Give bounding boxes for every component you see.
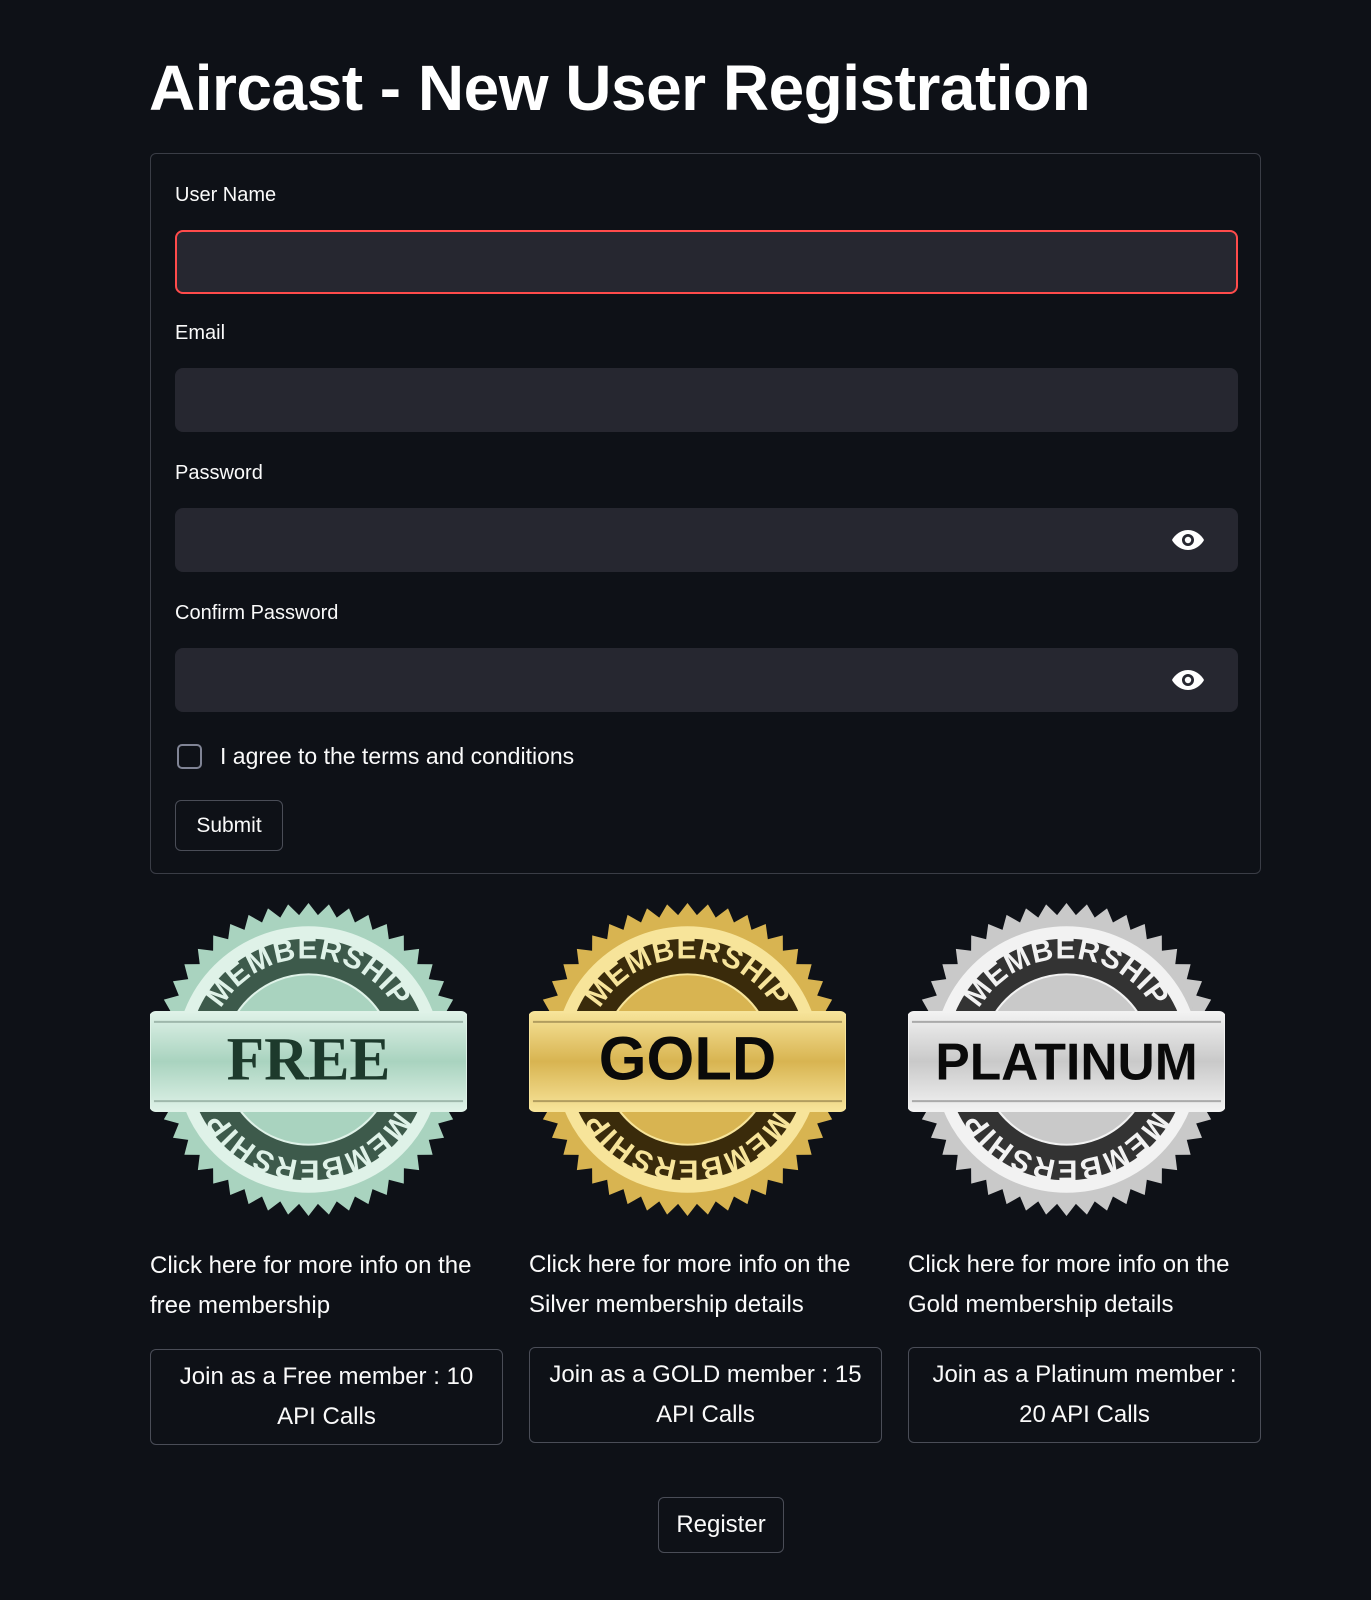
register-button[interactable]: Register (658, 1497, 784, 1553)
confirm-password-label: Confirm Password (175, 602, 339, 624)
gold-membership-badge[interactable]: MEMBERSHIPMEMBERSHIPGOLD (529, 901, 846, 1218)
join-free-button[interactable]: Join as a Free member : 10 API Calls (150, 1349, 503, 1445)
page-title: Aircast - New User Registration (149, 52, 1091, 124)
svg-text:GOLD: GOLD (599, 1024, 776, 1093)
password-label: Password (175, 462, 263, 484)
username-input[interactable] (175, 230, 1238, 294)
terms-label[interactable]: I agree to the terms and conditions (220, 743, 574, 770)
terms-checkbox[interactable] (177, 744, 202, 769)
free-membership-badge[interactable]: MEMBERSHIPMEMBERSHIPFREE (150, 901, 467, 1218)
free-info-text[interactable]: Click here for more info on the free mem… (150, 1246, 503, 1326)
platinum-info-text[interactable]: Click here for more info on the Gold mem… (908, 1245, 1261, 1325)
join-platinum-button[interactable]: Join as a Platinum member : 20 API Calls (908, 1347, 1261, 1443)
registration-form: User Name Email Password Confirm Passwor… (150, 153, 1261, 874)
gold-info-text[interactable]: Click here for more info on the Silver m… (529, 1245, 882, 1325)
submit-button[interactable]: Submit (175, 800, 283, 851)
show-password-eye-icon[interactable] (1168, 520, 1208, 560)
svg-text:PLATINUM: PLATINUM (935, 1032, 1197, 1090)
username-label: User Name (175, 184, 277, 206)
password-input[interactable] (175, 508, 1238, 572)
confirm-password-input[interactable] (175, 648, 1238, 712)
email-input[interactable] (175, 368, 1238, 432)
svg-text:FREE: FREE (227, 1025, 391, 1093)
platinum-membership-badge[interactable]: MEMBERSHIPMEMBERSHIPPLATINUM (908, 901, 1225, 1218)
email-label: Email (175, 322, 226, 344)
show-confirm-password-eye-icon[interactable] (1168, 660, 1208, 700)
terms-row: I agree to the terms and conditions (177, 743, 574, 770)
join-gold-button[interactable]: Join as a GOLD member : 15 API Calls (529, 1347, 882, 1443)
